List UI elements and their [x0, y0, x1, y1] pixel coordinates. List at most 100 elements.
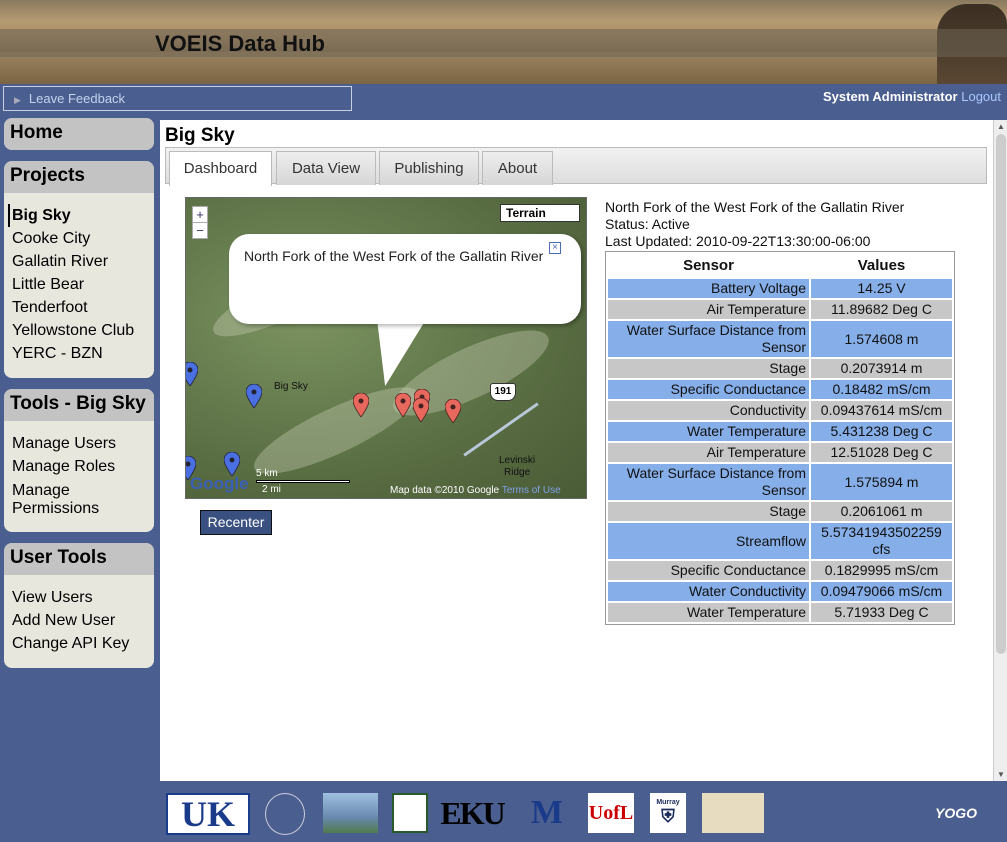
terms-of-use-link[interactable]: Terms of Use	[502, 485, 561, 496]
sensor-name: Streamflow	[608, 523, 809, 559]
table-row: Water Surface Distance from Sensor 1.5758…	[608, 464, 952, 500]
yellowstone-ecological-research-center-logo[interactable]	[702, 793, 764, 833]
zoom-out-button[interactable]: −	[193, 222, 207, 238]
eastern-kentucky-university-logo[interactable]: EKU	[440, 793, 505, 833]
view-users-link[interactable]: View Users	[12, 586, 146, 609]
table-row: Specific Conductance 0.1829995 mS/cm	[608, 561, 952, 580]
highway-shield: 191	[490, 383, 516, 401]
user-bar: System Administrator Logout	[823, 89, 1001, 104]
project-item-little-bear[interactable]: Little Bear	[12, 273, 146, 296]
map-data-text: Map data ©2010 Google	[390, 485, 500, 496]
user-tools-heading: User Tools	[4, 543, 154, 575]
manage-permissions-link[interactable]: Manage Permissions	[12, 482, 112, 518]
sensor-value: 0.1829995 mS/cm	[811, 561, 952, 580]
map-attribution: Map data ©2010 Google Terms of Use	[390, 485, 561, 496]
current-user: System Administrator	[823, 89, 958, 104]
sensor-value: 1.574608 m	[811, 321, 952, 357]
app-title: VOEIS Data Hub	[155, 31, 325, 56]
table-row: Air Temperature 12.51028 Deg C	[608, 443, 952, 462]
university-of-montana-seal-logo[interactable]	[265, 793, 305, 835]
vertical-scrollbar[interactable]: ▲ ▼	[993, 120, 1007, 781]
table-row: Water Surface Distance from Sensor 1.5746…	[608, 321, 952, 357]
sensor-name: Conductivity	[608, 401, 809, 420]
murray-label: Murray	[656, 799, 680, 806]
map-marker-red-icon[interactable]	[395, 393, 411, 417]
values-column-header: Values	[857, 257, 906, 274]
close-icon[interactable]: ×	[549, 242, 561, 254]
logout-link[interactable]: Logout	[961, 89, 1001, 104]
leave-feedback-link[interactable]: ▶ Leave Feedback	[3, 86, 352, 111]
tab-about[interactable]: About	[482, 151, 553, 185]
sensor-value: 12.51028 Deg C	[811, 443, 952, 462]
project-item-tenderfoot[interactable]: Tenderfoot	[12, 296, 146, 319]
sensor-column-header: Sensor	[683, 257, 734, 274]
sensor-name: Water Temperature	[608, 603, 809, 622]
map-label-big-sky: Big Sky	[274, 381, 308, 392]
sensor-value: 5.71933 Deg C	[811, 603, 952, 622]
scale-km: 5 km	[256, 468, 278, 479]
table-row: Battery Voltage 14.25 V	[608, 279, 952, 298]
murray-state-logo[interactable]: Murray ⛨	[650, 793, 686, 833]
flathead-lake-biological-station-logo[interactable]	[323, 793, 378, 833]
sensor-value: 0.09479066 mS/cm	[811, 582, 952, 601]
table-row: Water Temperature 5.431238 Deg C	[608, 422, 952, 441]
zoom-in-button[interactable]: +	[193, 207, 207, 222]
home-link[interactable]: Home	[4, 118, 154, 150]
map-marker-red-icon[interactable]	[413, 398, 429, 422]
sensor-name: Air Temperature	[608, 300, 809, 319]
map-marker-red-icon[interactable]	[353, 393, 369, 417]
scrollbar-thumb[interactable]	[996, 134, 1006, 654]
home-box: Home	[4, 118, 154, 150]
project-item-gallatin-river[interactable]: Gallatin River	[12, 250, 146, 273]
project-item-big-sky[interactable]: Big Sky	[8, 204, 146, 227]
site-info: North Fork of the West Fork of the Galla…	[605, 199, 904, 250]
sensor-name: Battery Voltage	[608, 279, 809, 298]
sensor-value: 1.575894 m	[811, 464, 952, 500]
university-of-louisville-logo[interactable]: UofL	[588, 793, 634, 833]
recenter-button[interactable]: Recenter	[200, 510, 272, 535]
terrain-toggle[interactable]: Terrain	[500, 204, 580, 222]
sensor-name: Water Conductivity	[608, 582, 809, 601]
tools-heading: Tools - Big Sky	[4, 389, 154, 421]
shield-icon: ⛨	[661, 806, 675, 826]
map-label-ridge: Ridge	[504, 467, 531, 478]
sensor-table: Sensor Values Battery Voltage 14.25 V Air…	[605, 251, 955, 625]
tools-box: Tools - Big Sky Manage Users Manage Role…	[4, 389, 154, 532]
scroll-down-icon[interactable]: ▼	[997, 770, 1005, 779]
partner-grid-logo[interactable]	[392, 793, 428, 833]
tab-publishing[interactable]: Publishing	[379, 151, 479, 185]
sensor-value: 0.18482 mS/cm	[811, 380, 952, 399]
scroll-up-icon[interactable]: ▲	[997, 122, 1005, 131]
info-bubble-tail	[345, 318, 427, 386]
tab-dashboard[interactable]: Dashboard	[169, 151, 272, 186]
add-new-user-link[interactable]: Add New User	[12, 609, 146, 632]
map-scale: 5 km 2 mi	[256, 468, 350, 495]
sensor-name: Air Temperature	[608, 443, 809, 462]
tab-data-view[interactable]: Data View	[276, 151, 376, 185]
sensor-value: 11.89682 Deg C	[811, 300, 952, 319]
map-marker-red-icon[interactable]	[445, 399, 461, 423]
river-line	[463, 402, 539, 457]
change-api-key-link[interactable]: Change API Key	[12, 632, 146, 655]
project-item-cooke-city[interactable]: Cooke City	[12, 227, 146, 250]
sensor-name: Water Temperature	[608, 422, 809, 441]
triangle-right-icon: ▶	[14, 95, 21, 105]
map-view[interactable]: + − Terrain Big Sky Levinski Ridge 191 5…	[185, 197, 587, 499]
title-bar	[0, 29, 1007, 57]
manage-roles-link[interactable]: Manage Roles	[12, 455, 146, 478]
map-marker-blue-icon[interactable]	[224, 452, 240, 476]
map-marker-blue-icon[interactable]	[246, 384, 262, 408]
info-bubble-text: North Fork of the West Fork of the Galla…	[244, 248, 544, 264]
yogo-logo[interactable]: YOGO	[928, 793, 984, 833]
projects-heading: Projects	[4, 161, 154, 193]
project-item-yellowstone-club[interactable]: Yellowstone Club	[12, 319, 146, 342]
manage-users-link[interactable]: Manage Users	[12, 432, 146, 455]
university-of-kentucky-logo[interactable]: UK	[166, 793, 250, 835]
tab-strip: Dashboard Data View Publishing About	[165, 147, 987, 186]
sensor-name: Specific Conductance	[608, 380, 809, 399]
map-marker-blue-icon[interactable]	[185, 362, 198, 386]
sensor-name: Water Surface Distance from Sensor	[608, 464, 809, 500]
montana-state-university-logo[interactable]: M	[520, 793, 574, 833]
project-item-yerc-bzn[interactable]: YERC - BZN	[12, 342, 146, 365]
google-logo[interactable]: Google	[190, 474, 249, 494]
